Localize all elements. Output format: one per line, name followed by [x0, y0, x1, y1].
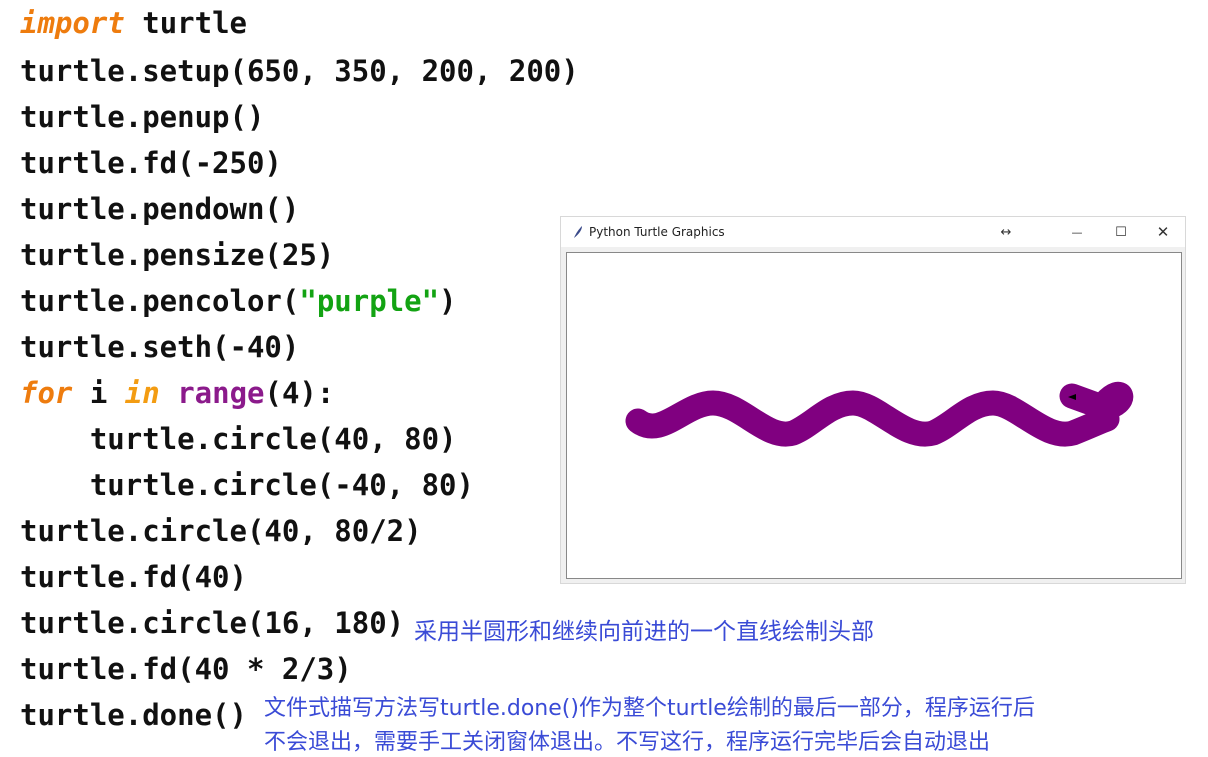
code-line-13: turtle.fd(40): [20, 560, 247, 594]
keyword-import: import: [20, 6, 125, 40]
keyword-in: in: [124, 376, 160, 410]
code-line-8: turtle.seth(-40): [20, 330, 300, 364]
window-titlebar[interactable]: Python Turtle Graphics ↔ — ☐ ✕: [561, 217, 1185, 247]
code-line-1: import turtle: [20, 6, 247, 40]
string-literal: "purple": [299, 284, 440, 318]
code-line-3: turtle.penup(): [20, 100, 265, 134]
code-line-7: turtle.pencolor("purple"): [20, 284, 457, 318]
code-line-4: turtle.fd(-250): [20, 146, 282, 180]
code-line-10: turtle.circle(40, 80): [20, 422, 457, 456]
code-line-12: turtle.circle(40, 80/2): [20, 514, 422, 548]
feather-icon: [574, 226, 582, 238]
minimize-button[interactable]: —: [1055, 217, 1099, 247]
code-line-5: turtle.pendown(): [20, 192, 300, 226]
code-line-14: turtle.circle(16, 180): [20, 606, 405, 640]
done-note-line-1: 文件式描写方法写turtle.done()作为整个turtle绘制的最后一部分，…: [264, 696, 1035, 721]
done-note-line-2: 不会退出，需要手工关闭窗体退出。不写这行，程序运行完毕后会自动退出: [264, 730, 991, 755]
resize-icon[interactable]: ↔: [991, 217, 1021, 247]
turtle-window: Python Turtle Graphics ↔ — ☐ ✕: [560, 216, 1186, 584]
keyword-for: for: [20, 376, 73, 410]
code-line-11: turtle.circle(-40, 80): [20, 468, 474, 502]
code-line-15: turtle.fd(40 * 2/3): [20, 652, 352, 686]
code-line-9: for i in range(4):: [20, 376, 334, 410]
snake-drawing: [625, 382, 1133, 447]
head-note: 采用半圆形和继续向前进的一个直线绘制头部: [414, 619, 874, 645]
range-args: (4):: [264, 376, 335, 410]
snake-body: [625, 382, 1133, 447]
close-button[interactable]: ✕: [1141, 217, 1185, 247]
close-paren: ): [439, 284, 457, 318]
loop-var: i: [89, 376, 108, 410]
builtin-range: range: [177, 376, 265, 410]
module-name: turtle: [142, 6, 247, 40]
code-line-6: turtle.pensize(25): [20, 238, 335, 272]
turtle-canvas: [566, 252, 1182, 579]
maximize-button[interactable]: ☐: [1099, 217, 1143, 247]
code-line-16: turtle.done(): [20, 698, 247, 732]
pencolor-call: turtle.pencolor(: [20, 284, 300, 318]
window-title: Python Turtle Graphics: [589, 225, 725, 239]
code-line-2: turtle.setup(650, 350, 200, 200): [20, 54, 579, 88]
